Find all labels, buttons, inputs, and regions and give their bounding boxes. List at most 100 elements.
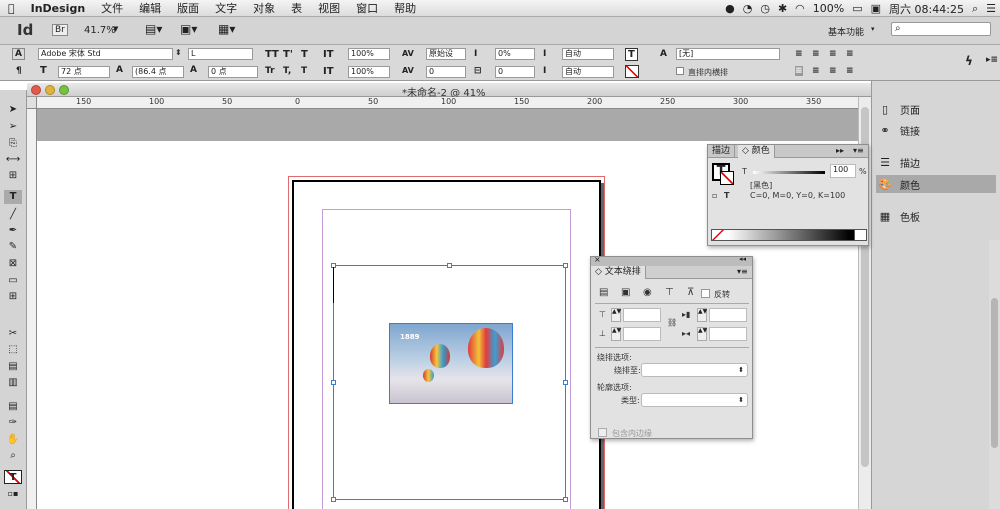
top-offset-field[interactable] <box>623 308 661 322</box>
justify-all-icon[interactable]: ≡ <box>846 66 854 76</box>
white-swatch-icon[interactable] <box>854 230 866 240</box>
line-tool-icon[interactable]: ╱ <box>4 208 22 222</box>
menu-file[interactable]: 文件 <box>93 0 131 16</box>
frame-handle[interactable] <box>563 263 568 268</box>
right-offset-field[interactable] <box>709 308 747 322</box>
battery-icon[interactable]: ▭ <box>848 2 866 15</box>
panel-menu-icon[interactable]: ▾≡ <box>737 267 748 276</box>
wrap-shape-icon[interactable]: ◉ <box>643 287 652 298</box>
none-swatch-icon[interactable] <box>712 230 724 240</box>
collapse-panel-icon[interactable]: ◂◂ <box>739 255 746 263</box>
qq-icon[interactable]: ● <box>721 2 739 15</box>
close-panel-icon[interactable]: × <box>594 255 601 264</box>
timemachine-icon[interactable]: ◷ <box>756 2 774 15</box>
tint-field[interactable]: 100 <box>830 164 856 178</box>
horizontal-ruler[interactable]: 150 100 50 0 50 100 150 200 250 300 350 <box>37 97 858 109</box>
dock-item-color[interactable]: 🎨 颜色 <box>876 175 996 193</box>
font-style-field[interactable]: L <box>188 48 253 60</box>
align-right-icon[interactable]: ≡ <box>829 49 837 59</box>
notification-icon[interactable]: ☰ <box>982 2 1000 15</box>
horiz-scale-field[interactable]: 100% <box>348 48 390 60</box>
aki-field[interactable]: 0 <box>495 66 535 78</box>
superscript-icon[interactable]: T' <box>283 49 293 60</box>
subscript-icon[interactable]: T, <box>283 66 291 76</box>
bridge-button[interactable]: Br <box>52 24 68 36</box>
menu-table[interactable]: 表 <box>283 0 310 16</box>
mojikumi2-field[interactable]: 自动 <box>562 66 614 78</box>
grid-tool-icon[interactable]: ⊞ <box>4 290 22 304</box>
bottom-offset-stepper[interactable]: ▲▼ <box>611 327 621 341</box>
ruler-origin[interactable] <box>27 97 37 109</box>
jump-object-icon[interactable]: ⊤ <box>665 287 674 298</box>
screen-mode-icon[interactable]: ▣▾ <box>180 22 197 36</box>
zoom-dropdown-icon[interactable]: ▼ <box>113 25 118 33</box>
strikethrough-icon[interactable]: T <box>301 66 307 76</box>
minimize-window-icon[interactable] <box>45 85 55 95</box>
frame-handle[interactable] <box>447 263 452 268</box>
kerning-field[interactable]: 原始设 <box>426 48 466 60</box>
spotlight-icon[interactable]: ⌕ <box>968 2 982 16</box>
link-offsets-icon[interactable]: ⛓ <box>667 318 677 327</box>
balloon-image[interactable]: 1889 <box>389 323 513 404</box>
panel-menu-icon[interactable]: ▸≡ <box>986 55 998 65</box>
dock-item-swatches[interactable]: ▦ 色板 <box>876 207 996 225</box>
format-text-icon[interactable]: ▫ <box>712 191 717 200</box>
small-caps-icon[interactable]: Tr <box>265 66 275 76</box>
dock-item-stroke[interactable]: ☰ 描边 <box>876 153 996 171</box>
left-offset-field[interactable] <box>709 327 747 341</box>
gradient-swatch-tool-icon[interactable]: ▤ <box>4 360 22 374</box>
tab-color[interactable]: ◇ 颜色 <box>738 145 775 158</box>
help-search-input[interactable]: ⌕ <box>891 22 991 36</box>
bell-icon[interactable]: ◔ <box>739 2 757 15</box>
font-size-field[interactable]: 72 点 <box>58 66 110 78</box>
menu-help[interactable]: 帮助 <box>386 0 424 16</box>
align-left-icon[interactable]: ≡ <box>795 49 803 59</box>
content-collector-icon[interactable]: ⊞ <box>4 169 22 183</box>
all-caps-icon[interactable]: TT <box>265 49 279 60</box>
menu-object[interactable]: 对象 <box>245 0 283 16</box>
vertical-ruler[interactable] <box>27 109 37 509</box>
bluetooth-icon[interactable]: ✱ <box>774 2 791 15</box>
frame-handle[interactable] <box>563 380 568 385</box>
direct-layout-checkbox[interactable] <box>676 67 684 75</box>
jump-column-icon[interactable]: ⊼ <box>687 287 694 298</box>
include-inside-checkbox[interactable] <box>598 428 607 437</box>
wifi-icon[interactable]: ◠ <box>791 2 809 15</box>
direct-selection-tool-icon[interactable]: ➢ <box>4 120 22 134</box>
font-family-field[interactable]: Adobe 宋体 Std <box>38 48 173 60</box>
workspace-dropdown-icon[interactable]: ▾ <box>871 25 875 33</box>
dock-scrollbar[interactable] <box>989 240 1000 509</box>
page-tool-icon[interactable]: ⎘ <box>4 137 22 151</box>
arrange-docs-icon[interactable]: ▦▾ <box>218 22 235 36</box>
mojikumi-field[interactable]: 自动 <box>562 48 614 60</box>
free-transform-tool-icon[interactable]: ⬚ <box>4 343 22 357</box>
vert-scale-field[interactable]: 100% <box>348 66 390 78</box>
note-tool-icon[interactable]: ▤ <box>4 400 22 414</box>
clock[interactable]: 周六 08:44:25 <box>885 1 968 17</box>
eyedropper-tool-icon[interactable]: ✑ <box>4 416 22 430</box>
frame-handle[interactable] <box>331 497 336 502</box>
fill-text-icon[interactable]: T <box>625 48 638 61</box>
workspace-switcher[interactable]: 基本功能 <box>828 25 864 38</box>
rectangle-tool-icon[interactable]: ▭ <box>4 274 22 288</box>
underline-icon[interactable]: T <box>301 49 308 60</box>
invert-checkbox[interactable] <box>701 289 710 298</box>
align-center-icon[interactable]: ≡ <box>812 49 820 59</box>
char-style-field[interactable]: [无] <box>676 48 780 60</box>
zoom-level[interactable]: 41.7% <box>84 25 116 36</box>
swap-colors-icon[interactable]: ▫▪ <box>4 487 22 501</box>
input-icon[interactable]: ▣ <box>867 2 885 15</box>
stroke-none-icon[interactable] <box>625 65 639 78</box>
menu-view[interactable]: 视图 <box>310 0 348 16</box>
view-options-icon[interactable]: ▤▾ <box>145 22 162 36</box>
close-window-icon[interactable] <box>31 85 41 95</box>
hand-tool-icon[interactable]: ✋ <box>4 433 22 447</box>
tracking-field[interactable]: 0 <box>426 66 466 78</box>
menu-layout[interactable]: 版面 <box>169 0 207 16</box>
leading-field[interactable]: (86.4 点 <box>132 66 184 78</box>
zoom-tool-icon[interactable]: ⌕ <box>4 449 22 463</box>
dock-scroll-thumb[interactable] <box>991 298 998 448</box>
menu-type[interactable]: 文字 <box>207 0 245 16</box>
panel-menu-icon[interactable]: ▾≡ <box>853 146 864 155</box>
color-ramp[interactable] <box>711 229 867 241</box>
